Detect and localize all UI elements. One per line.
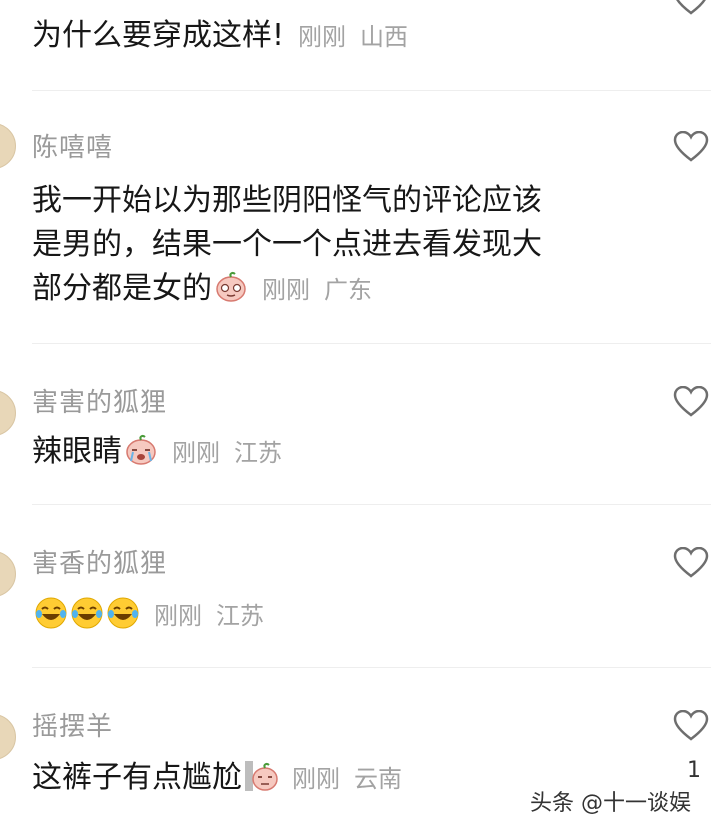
comment-location: 云南: [354, 765, 402, 793]
comment-item: 害害的狐狸 辣眼睛 刚刚 江苏: [0, 344, 711, 504]
heart-icon[interactable]: [673, 386, 709, 418]
comment-username[interactable]: 摇摆羊: [32, 706, 113, 743]
comment-text: 我一开始以为那些阴阳怪气的评论应该 是男的，结果一个一个点进去看发现大 部分都是…: [32, 179, 542, 312]
comment-time: 刚刚: [262, 276, 310, 304]
heart-icon[interactable]: [673, 710, 709, 742]
comment-username[interactable]: 陈嘻嘻: [32, 127, 113, 164]
comment-text-line-last: 部分都是女的: [32, 271, 212, 306]
comment-item: 为什么要穿成这样! 刚刚 山西: [0, 0, 711, 90]
laugh-cry-emoji: [71, 597, 103, 629]
comment-meta: 刚刚 山西: [298, 23, 408, 51]
comment-meta: 刚刚 广东: [262, 276, 372, 304]
comment-text-content: 这裤子有点尴尬: [32, 760, 242, 795]
crying-peach-emoji: [126, 435, 156, 465]
comment-location: 江苏: [234, 439, 282, 467]
watermark: 头条 @十一谈娱: [526, 783, 695, 819]
comment-text-line: 我一开始以为那些阴阳怪气的评论应该: [32, 183, 542, 218]
comment-meta: 刚刚 江苏: [154, 602, 264, 630]
avatar[interactable]: [0, 390, 16, 436]
comment-meta: 刚刚 云南: [292, 765, 402, 793]
comment-item: 陈嘻嘻 我一开始以为那些阴阳怪气的评论应该 是男的，结果一个一个点进去看发现大 …: [0, 91, 711, 343]
comment-text: 刚刚 江苏: [32, 593, 264, 638]
comment-username[interactable]: 害害的狐狸: [32, 382, 167, 419]
comment-username[interactable]: 害香的狐狸: [32, 543, 167, 580]
comment-text: 辣眼睛 刚刚 江苏: [32, 430, 282, 475]
avatar[interactable]: [0, 714, 16, 760]
comment-time: 刚刚: [172, 439, 220, 467]
comment-location: 山西: [360, 23, 409, 51]
comment-text: 为什么要穿成这样! 刚刚 山西: [32, 14, 408, 59]
comment-text: 这裤子有点尴尬 刚刚 云南: [32, 756, 402, 801]
like-count: 1: [687, 758, 701, 783]
comment-item: 害香的狐狸 刚刚 江苏: [0, 505, 711, 667]
comment-location: 广东: [324, 276, 372, 304]
heart-icon[interactable]: [673, 547, 709, 579]
avatar[interactable]: [0, 123, 16, 169]
comment-text-content: 为什么要穿成这样!: [32, 18, 285, 53]
comment-text-line: 是男的，结果一个一个点进去看发现大: [32, 227, 542, 262]
laugh-cry-emoji: [35, 597, 67, 629]
comment-time: 刚刚: [298, 23, 347, 51]
heart-icon[interactable]: [673, 131, 709, 163]
comment-text-line: 部分都是女的 刚刚 广东: [32, 267, 542, 312]
laugh-cry-emoji: [107, 597, 139, 629]
comment-text-content: 辣眼睛: [32, 434, 122, 469]
sly-peach-emoji: [216, 272, 246, 302]
comment-time: 刚刚: [292, 765, 340, 793]
comment-meta: 刚刚 江苏: [172, 439, 282, 467]
comment-time: 刚刚: [154, 602, 202, 630]
avatar[interactable]: [0, 551, 16, 597]
awkward-peach-emoji: [245, 761, 278, 791]
comment-location: 江苏: [216, 602, 264, 630]
